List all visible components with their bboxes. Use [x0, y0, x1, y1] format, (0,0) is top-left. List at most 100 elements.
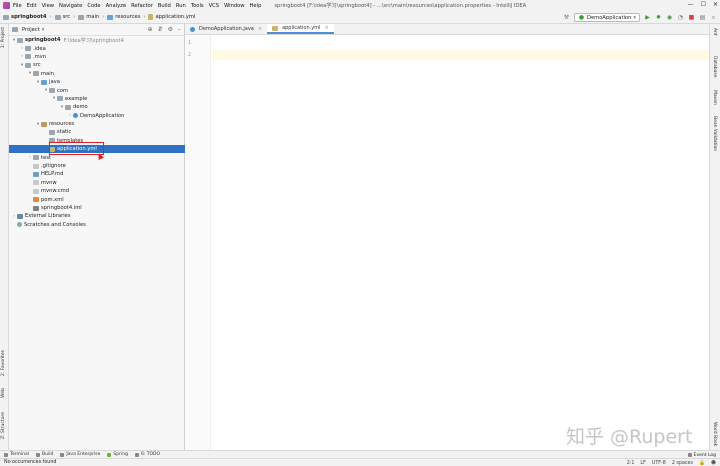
tab-web[interactable]: Web [1, 388, 6, 398]
tab-demoapplication-java[interactable]: DemoApplication.java × [185, 24, 267, 34]
folder-icon [78, 14, 85, 20]
class-icon [190, 26, 195, 32]
status-widgets: 2:1 LF UTF-8 2 spaces 🔓 ☻ [627, 459, 716, 466]
tree-item-src[interactable]: ▾ src [9, 61, 185, 69]
yml-file-icon [272, 25, 279, 31]
stop-icon[interactable]: ■ [688, 14, 695, 21]
tree-item-idea[interactable]: › .idea [9, 44, 185, 52]
tab-application-yml[interactable]: application.yml × [267, 24, 334, 34]
tree-item-label: com [57, 87, 69, 94]
maximize-icon[interactable]: ☐ [701, 1, 706, 8]
tree-item-static[interactable]: static [9, 128, 185, 136]
tree-item-pom-xml[interactable]: pom.xml [9, 195, 185, 203]
tree-item-label: static [57, 129, 72, 136]
locate-icon[interactable]: ⊕ [148, 26, 153, 33]
tab-label: DemoApplication.java [199, 26, 254, 32]
tab-structure[interactable]: Z: Structure [1, 412, 6, 439]
folder-icon [3, 14, 9, 20]
lock-icon[interactable]: 🔓 [699, 461, 705, 466]
coverage-icon[interactable]: ◉ [666, 14, 673, 21]
breadcrumb-main[interactable]: main [78, 14, 99, 20]
project-structure-icon[interactable]: ▤ [699, 14, 706, 21]
tab-maven[interactable]: Maven [712, 90, 717, 105]
file-encoding[interactable]: UTF-8 [652, 461, 666, 466]
menu-code[interactable]: Code [87, 3, 100, 9]
tab-spring[interactable]: Spring [107, 452, 128, 457]
breadcrumb-resources[interactable]: resources [107, 14, 140, 20]
tree-item-help-md[interactable]: HELP.md [9, 170, 185, 178]
tree-item-springboot4[interactable]: ▾ springboot4 F:\idea学习\springboot4 [9, 36, 185, 44]
menu-tools[interactable]: Tools [191, 3, 204, 9]
close-tab-icon[interactable]: × [258, 26, 262, 32]
status-message: No occurrences found [4, 460, 57, 465]
profile-icon[interactable]: ◔ [677, 14, 684, 21]
menu-build[interactable]: Build [158, 3, 171, 9]
library-icon [17, 213, 23, 219]
tree-item-example[interactable]: ▾ example [9, 95, 185, 103]
navigation-bar: springboot4 › src › main › resources › a… [0, 11, 720, 24]
tree-item-scratches[interactable]: Scratches and Consoles [9, 221, 185, 229]
tree-item-mvnw-cmd[interactable]: mvnw.cmd [9, 187, 185, 195]
tree-item-com[interactable]: ▾ com [9, 86, 185, 94]
gear-icon[interactable]: ⚙ [168, 26, 173, 33]
menu-refactor[interactable]: Refactor [131, 3, 153, 9]
hide-icon[interactable]: – [178, 26, 181, 33]
menu-run[interactable]: Run [176, 3, 186, 9]
breadcrumb-src[interactable]: src [54, 14, 70, 20]
tree-item-gitignore[interactable]: .gitignore [9, 162, 185, 170]
tab-java-enterprise[interactable]: Java Enterprise [60, 452, 100, 457]
debug-icon[interactable]: ✹ [655, 14, 662, 21]
tab-bean-validation[interactable]: Bean Validation [712, 116, 717, 151]
menu-help[interactable]: Help [250, 3, 262, 9]
project-panel-title: Project [22, 26, 40, 33]
menu-window[interactable]: Window [224, 3, 244, 9]
breadcrumb-project[interactable]: springboot4 [3, 14, 46, 20]
tree-item-main[interactable]: ▾ main [9, 70, 185, 78]
run-toolbar: ⚒ ● DemoApplication ▾ ▶ ✹ ◉ ◔ ■ ▤ ⌕ [563, 12, 717, 23]
menu-file[interactable]: File [13, 3, 22, 9]
current-line-highlight[interactable] [212, 50, 709, 60]
menu-bar: File Edit View Navigate Code Analyze Ref… [0, 0, 720, 11]
breadcrumb-application-yml[interactable]: application.yml [148, 14, 195, 20]
tree-item-demoapplication[interactable]: › DemoApplication [9, 112, 185, 120]
folder-icon [25, 46, 31, 52]
tab-build[interactable]: Build [36, 452, 53, 457]
watermark: 知乎 @Rupert [566, 426, 693, 448]
tab-ant[interactable]: Ant [712, 28, 717, 36]
tree-item-demo[interactable]: ▾ demo [9, 103, 185, 111]
tree-item-external-libraries[interactable]: › External Libraries [9, 212, 185, 220]
project-view-select[interactable]: Project ▾ [12, 27, 44, 33]
scratches-icon [17, 222, 22, 228]
close-tab-icon[interactable]: × [324, 25, 328, 31]
menu-vcs[interactable]: VCS [209, 3, 219, 9]
search-everywhere-icon[interactable]: ⌕ [710, 14, 717, 21]
tab-todo[interactable]: 6: TODO [134, 452, 160, 457]
caret-position[interactable]: 2:1 [627, 461, 635, 466]
tree-item-iml[interactable]: springboot4.iml [9, 204, 185, 212]
tree-item-mvnw[interactable]: mvnw [9, 179, 185, 187]
close-icon[interactable]: ✕ [713, 1, 718, 8]
run-configuration-select[interactable]: ● DemoApplication ▾ [573, 13, 640, 22]
collapse-icon[interactable]: ⇵ [158, 26, 163, 33]
indent-setting[interactable]: 2 spaces [672, 461, 693, 466]
tab-terminal[interactable]: Terminal [4, 452, 29, 457]
hammer-icon[interactable]: ⚒ [563, 14, 570, 21]
tree-item-label: springboot4 [25, 37, 61, 44]
menu-analyze[interactable]: Analyze [106, 3, 126, 9]
tab-database[interactable]: Database [712, 56, 717, 77]
menu-view[interactable]: View [42, 3, 54, 9]
minimize-icon[interactable]: — [688, 1, 694, 8]
tab-favorites[interactable]: 2: Favorites [1, 350, 6, 376]
tree-item-mvn[interactable]: › .mvn [9, 53, 185, 61]
tab-project[interactable]: 1: Project [1, 27, 6, 48]
java-enterprise-icon [60, 452, 65, 457]
line-separator[interactable]: LF [640, 461, 645, 466]
tab-word-book[interactable]: Word Book [712, 422, 717, 446]
menu-edit[interactable]: Edit [27, 3, 37, 9]
inspector-icon[interactable]: ☻ [711, 461, 716, 466]
tree-item-java[interactable]: ▾ java [9, 78, 185, 86]
tree-item-resources[interactable]: ▾ resources [9, 120, 185, 128]
menu-navigate[interactable]: Navigate [59, 3, 82, 9]
run-icon[interactable]: ▶ [644, 14, 651, 21]
maven-file-icon [33, 197, 39, 203]
